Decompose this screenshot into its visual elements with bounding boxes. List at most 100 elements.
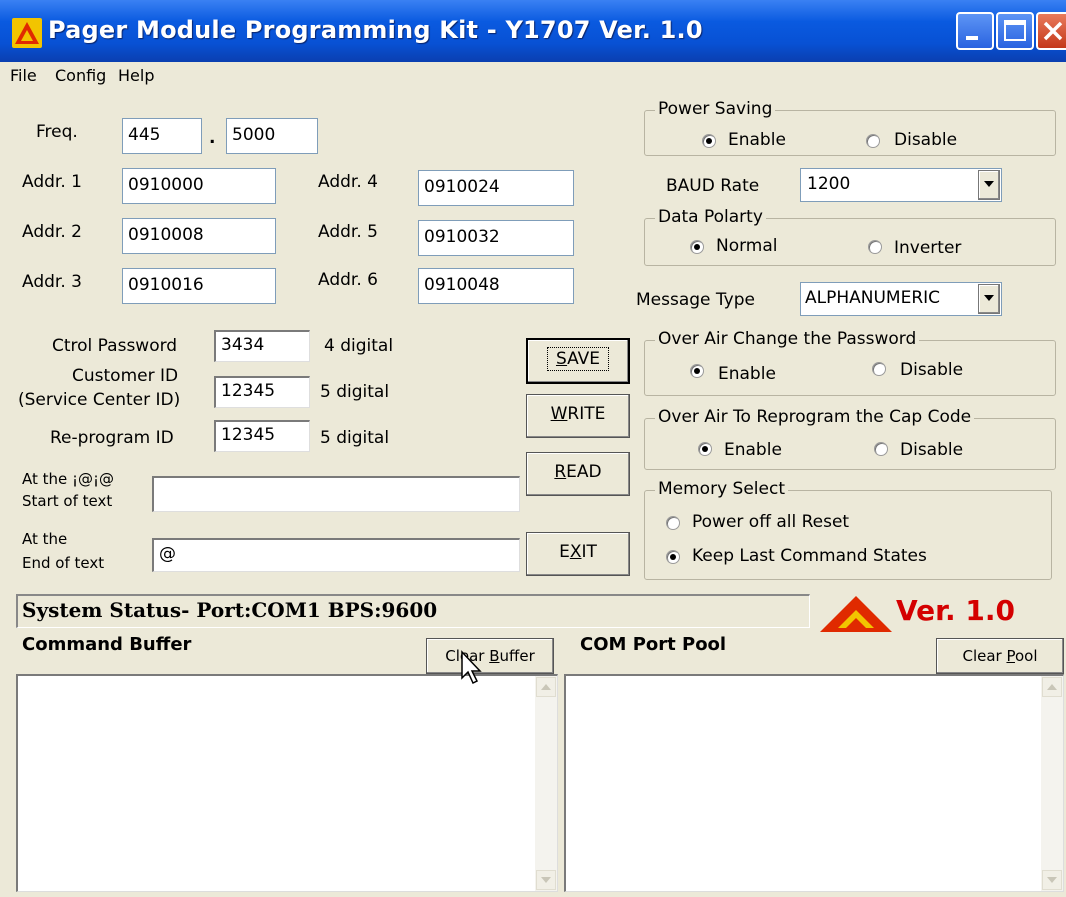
end-text-label-line2: End of text [22, 554, 105, 572]
clear-pool-pre: Clear [962, 647, 1007, 665]
menu-file[interactable]: File [10, 66, 37, 85]
freq-int-input[interactable]: 445 [122, 118, 202, 154]
memory-power-off-reset-radio[interactable] [666, 516, 680, 530]
save-post: AVE [567, 349, 601, 369]
ota-password-title: Over Air Change the Password [655, 329, 920, 349]
ota-capcode-title: Over Air To Reprogram the Cap Code [655, 407, 975, 427]
exit-button[interactable]: EXIT [526, 532, 630, 576]
addr4-label: Addr. 4 [318, 172, 378, 192]
addr2-input[interactable]: 0910008 [122, 218, 276, 254]
customer-id-input[interactable]: 12345 [214, 376, 310, 408]
write-accel: W [550, 404, 568, 424]
save-button[interactable]: SAVE [526, 338, 630, 384]
read-button[interactable]: READ [526, 452, 630, 496]
window-title: Pager Module Programming Kit - Y1707 Ver… [48, 16, 703, 44]
power-saving-disable-radio[interactable] [866, 134, 880, 148]
read-accel: R [554, 462, 567, 482]
ota-password-group: Over Air Change the Password [644, 329, 1056, 396]
read-post: EAD [566, 462, 602, 482]
data-polarity-title: Data Polarty [655, 207, 766, 227]
freq-frac-input[interactable]: 5000 [226, 118, 318, 154]
exit-post: IT [581, 542, 597, 562]
save-accel: S [555, 349, 568, 369]
data-polarity-inverter-radio[interactable] [868, 240, 882, 254]
mouse-pointer-icon [461, 650, 482, 685]
power-saving-group: Power Saving [644, 99, 1056, 156]
scroll-down-icon[interactable] [1042, 870, 1062, 890]
clear-pool-button[interactable]: Clear Pool [936, 638, 1064, 674]
reprogram-id-input[interactable]: 12345 [214, 420, 310, 452]
close-button[interactable] [1036, 12, 1066, 50]
memory-select-group: Memory Select [644, 479, 1052, 580]
addr3-input[interactable]: 0910016 [122, 268, 276, 304]
scroll-up-icon[interactable] [536, 677, 556, 697]
com-port-pool-list[interactable] [564, 674, 1064, 892]
menu-help[interactable]: Help [118, 66, 154, 85]
clear-buffer-post: uffer [499, 647, 535, 665]
addr5-label: Addr. 5 [318, 222, 378, 242]
reprogram-id-hint: 5 digital [320, 428, 390, 448]
message-type-value: ALPHANUMERIC [805, 288, 941, 308]
start-text-label-line2: Start of text [22, 492, 113, 510]
addr1-input[interactable]: 0910000 [122, 168, 276, 204]
power-saving-enable-radio[interactable] [702, 134, 716, 148]
baud-rate-select[interactable]: 1200 [800, 168, 1002, 202]
freq-label: Freq. [36, 122, 78, 142]
addr2-label: Addr. 2 [22, 222, 82, 242]
addr5-input[interactable]: 0910032 [418, 220, 574, 256]
message-type-select[interactable]: ALPHANUMERIC [800, 282, 1002, 316]
customer-id-label: Customer ID [72, 366, 179, 386]
com-port-pool-scrollbar[interactable] [1041, 676, 1063, 891]
memory-keep-last-label: Keep Last Command States [692, 546, 927, 566]
service-center-id-label: (Service Center ID) [18, 390, 181, 410]
addr6-input[interactable]: 0910048 [418, 268, 574, 304]
ota-password-disable-label: Disable [900, 360, 964, 380]
write-button[interactable]: WRITE [526, 394, 630, 438]
scroll-down-icon[interactable] [536, 870, 556, 890]
scroll-up-icon[interactable] [1042, 677, 1062, 697]
exit-accel: X [569, 542, 582, 562]
title-bar[interactable]: Pager Module Programming Kit - Y1707 Ver… [0, 0, 1066, 62]
command-buffer-list[interactable] [16, 674, 558, 892]
data-polarity-normal-radio[interactable] [690, 240, 704, 254]
ota-capcode-disable-label: Disable [900, 440, 964, 460]
minimize-button[interactable] [956, 12, 994, 50]
reprogram-id-label: Re-program ID [50, 428, 174, 448]
maximize-icon [1004, 20, 1026, 41]
start-of-text-input[interactable] [152, 476, 520, 512]
power-saving-disable-label: Disable [894, 130, 958, 150]
addr6-label: Addr. 6 [318, 270, 378, 290]
save-focus-rect: SAVE [546, 347, 610, 371]
ota-password-enable-radio[interactable] [690, 364, 704, 378]
maximize-button[interactable] [996, 12, 1034, 50]
minimize-icon [966, 36, 978, 40]
end-of-text-input[interactable]: @ [152, 538, 520, 572]
command-buffer-title: Command Buffer [22, 634, 192, 655]
app-logo-icon [12, 18, 42, 48]
menu-bar: File Config Help [0, 62, 1066, 90]
ota-capcode-disable-radio[interactable] [874, 442, 888, 456]
version-logo-icon [820, 596, 892, 632]
baud-rate-dropdown-icon[interactable] [978, 170, 1000, 200]
addr4-input[interactable]: 0910024 [418, 170, 574, 206]
memory-select-title: Memory Select [655, 479, 788, 499]
power-saving-title: Power Saving [655, 99, 776, 119]
ota-password-enable-label: Enable [718, 364, 776, 384]
data-polarity-inverter-label: Inverter [894, 238, 962, 258]
memory-keep-last-radio[interactable] [666, 550, 680, 564]
ctrl-password-input[interactable]: 3434 [214, 330, 310, 362]
clear-buffer-accel: B [489, 647, 500, 665]
memory-power-off-reset-label: Power off all Reset [692, 512, 850, 532]
message-type-dropdown-icon[interactable] [978, 284, 1000, 314]
command-buffer-scrollbar[interactable] [535, 676, 557, 891]
start-text-label-line1: At the ¡@¡@ [22, 470, 115, 488]
baud-rate-label: BAUD Rate [666, 176, 760, 196]
ota-password-disable-radio[interactable] [872, 362, 886, 376]
power-saving-enable-label: Enable [728, 130, 786, 150]
menu-config[interactable]: Config [55, 66, 106, 85]
clear-buffer-button[interactable]: Clear Buffer [426, 638, 554, 674]
data-polarity-normal-label: Normal [716, 236, 778, 256]
ota-capcode-enable-radio[interactable] [698, 442, 712, 456]
addr1-label: Addr. 1 [22, 172, 82, 192]
addr3-label: Addr. 3 [22, 272, 82, 292]
